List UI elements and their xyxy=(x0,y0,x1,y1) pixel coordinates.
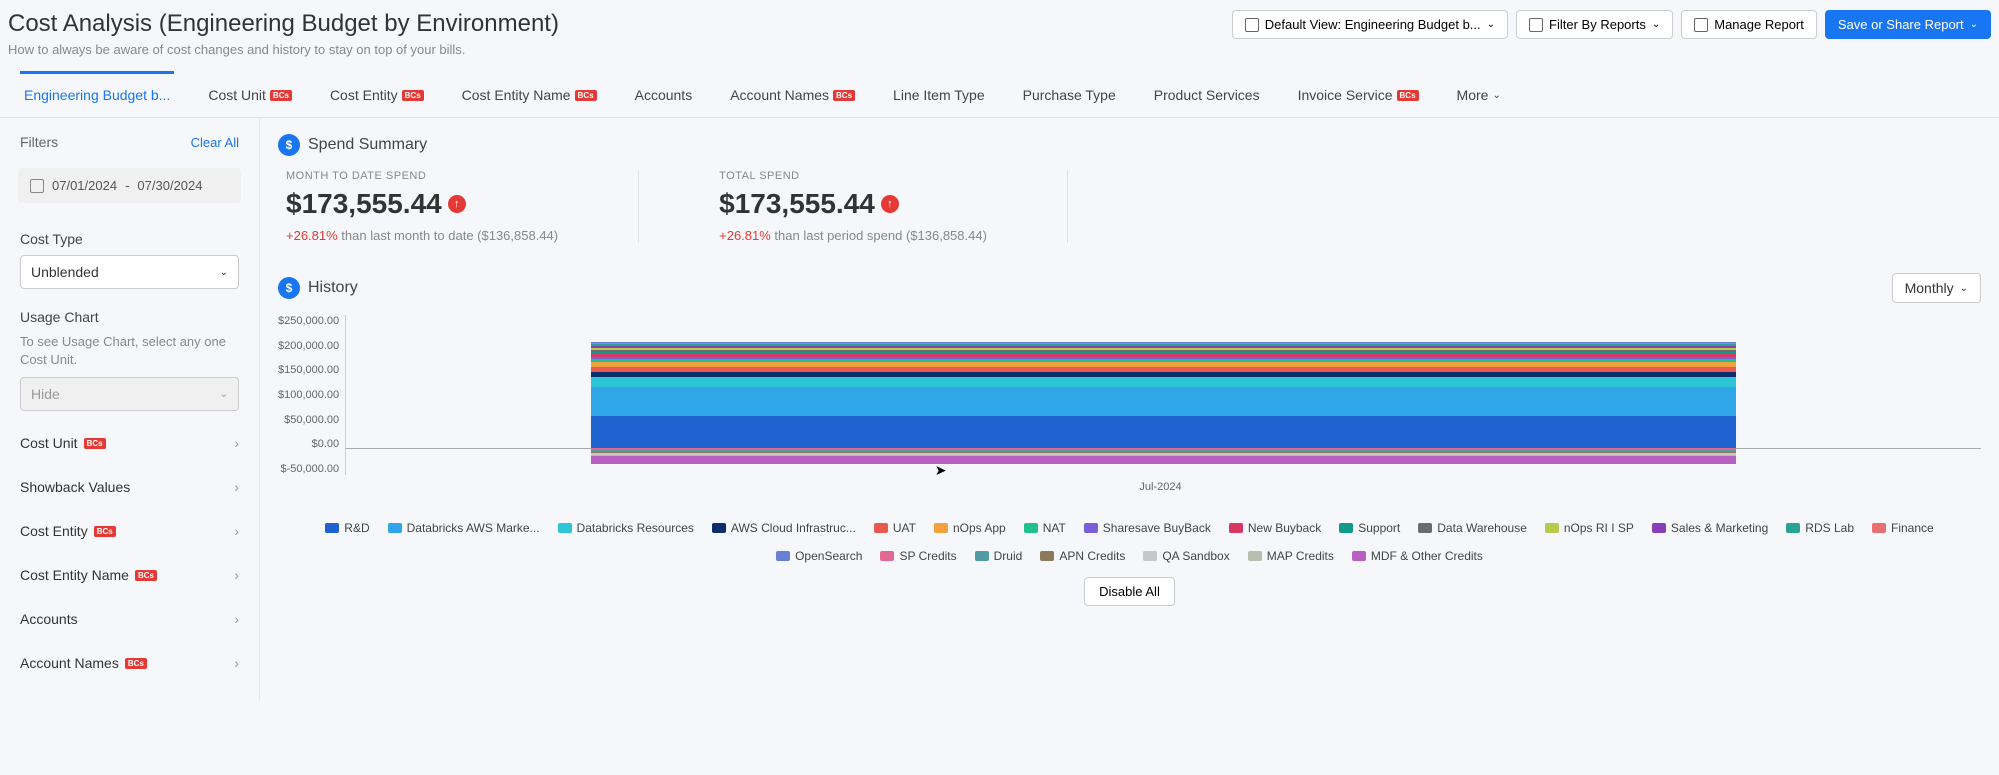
chart-legend: R&D Databricks AWS Marke... Databricks Res… xyxy=(278,521,1981,563)
dollar-icon: $ xyxy=(278,277,300,299)
filters-sidebar: Filters Clear All 07/01/2024 - 07/30/202… xyxy=(0,118,260,701)
tab-accounts[interactable]: Accounts xyxy=(631,73,697,117)
legend-item[interactable]: SP Credits xyxy=(880,549,956,563)
legend-item[interactable]: QA Sandbox xyxy=(1143,549,1229,563)
legend-item[interactable]: nOps RI I SP xyxy=(1545,521,1634,535)
legend-item[interactable]: RDS Lab xyxy=(1786,521,1854,535)
cost-type-label: Cost Type xyxy=(20,231,239,247)
filter-row-cost-entity-name[interactable]: Cost Entity NameBCs› xyxy=(10,553,249,597)
y-tick: $100,000.00 xyxy=(278,389,339,401)
chevron-right-icon: › xyxy=(234,523,239,539)
dollar-icon: $ xyxy=(278,134,300,156)
calendar-icon xyxy=(30,179,44,193)
disable-all-button[interactable]: Disable All xyxy=(1084,577,1175,606)
legend-item[interactable]: UAT xyxy=(874,521,916,535)
edit-icon xyxy=(1694,18,1708,32)
tab-account-names[interactable]: Account NamesBCs xyxy=(726,73,859,117)
y-tick: $150,000.00 xyxy=(278,364,339,376)
chevron-down-icon: ⌄ xyxy=(1487,19,1495,30)
usage-chart-label: Usage Chart xyxy=(20,309,239,325)
filter-row-cost-unit[interactable]: Cost UnitBCs› xyxy=(10,421,249,465)
tab-cost-entity[interactable]: Cost EntityBCs xyxy=(326,73,428,117)
legend-item[interactable]: Data Warehouse xyxy=(1418,521,1527,535)
legend-item[interactable]: AWS Cloud Infrastruc... xyxy=(712,521,856,535)
y-tick: $0.00 xyxy=(278,438,339,450)
legend-item[interactable]: Sales & Marketing xyxy=(1652,521,1768,535)
up-arrow-icon: ↑ xyxy=(881,195,899,213)
filter-by-reports-dropdown[interactable]: Filter By Reports ⌄ xyxy=(1516,10,1673,39)
legend-item[interactable]: Databricks Resources xyxy=(558,521,694,535)
tab-more[interactable]: More⌄ xyxy=(1453,73,1505,117)
legend-item[interactable]: OpenSearch xyxy=(776,549,862,563)
chevron-down-icon: ⌄ xyxy=(1960,283,1968,294)
spend-summary-title: Spend Summary xyxy=(308,136,427,154)
chevron-right-icon: › xyxy=(234,479,239,495)
legend-item[interactable]: nOps App xyxy=(934,521,1006,535)
filter-row-account-names[interactable]: Account NamesBCs› xyxy=(10,641,249,685)
history-chart: $250,000.00 $200,000.00 $150,000.00 $100,00… xyxy=(278,315,1981,475)
legend-item[interactable]: Sharesave BuyBack xyxy=(1084,521,1211,535)
legend-item[interactable]: Support xyxy=(1339,521,1400,535)
y-tick: $50,000.00 xyxy=(278,414,339,426)
chevron-right-icon: › xyxy=(234,655,239,671)
chevron-right-icon: › xyxy=(234,567,239,583)
granularity-select[interactable]: Monthly ⌄ xyxy=(1892,273,1981,303)
chevron-down-icon: ⌄ xyxy=(1652,19,1660,30)
legend-item[interactable]: New Buyback xyxy=(1229,521,1321,535)
legend-item[interactable]: APN Credits xyxy=(1040,549,1125,563)
save-share-report-button[interactable]: Save or Share Report ⌄ xyxy=(1825,10,1991,39)
bar-segment[interactable] xyxy=(591,456,1735,464)
chevron-down-icon: ⌄ xyxy=(1970,19,1978,30)
grid-icon xyxy=(1245,18,1259,32)
manage-report-button[interactable]: Manage Report xyxy=(1681,10,1817,39)
filter-row-cost-entity[interactable]: Cost EntityBCs› xyxy=(10,509,249,553)
tab-product-services[interactable]: Product Services xyxy=(1150,73,1264,117)
cursor-icon: ➤ xyxy=(935,462,947,479)
filter-row-showback-values[interactable]: Showback Values› xyxy=(10,465,249,509)
bar-segment[interactable] xyxy=(591,387,1735,416)
tab-engineering-budget-b-[interactable]: Engineering Budget b... xyxy=(20,73,174,117)
tab-purchase-type[interactable]: Purchase Type xyxy=(1019,73,1120,117)
report-tabs: Engineering Budget b... Cost UnitBCs Cost … xyxy=(0,73,1999,118)
legend-item[interactable]: R&D xyxy=(325,521,369,535)
chart-x-label: Jul-2024 xyxy=(340,481,1981,493)
page-subtitle: How to always be aware of cost changes a… xyxy=(8,42,559,57)
filter-icon xyxy=(1529,18,1543,32)
tab-invoice-service[interactable]: Invoice ServiceBCs xyxy=(1294,73,1423,117)
mtd-spend-block: MONTH TO DATE SPEND $173,555.44 ↑ +26.81… xyxy=(286,170,558,243)
legend-item[interactable]: MAP Credits xyxy=(1248,549,1334,563)
default-view-dropdown[interactable]: Default View: Engineering Budget b... ⌄ xyxy=(1232,10,1508,39)
bar-segment[interactable] xyxy=(591,377,1735,387)
chevron-down-icon: ⌄ xyxy=(220,267,228,278)
bar-segment[interactable] xyxy=(591,416,1735,448)
chevron-right-icon: › xyxy=(234,611,239,627)
usage-chart-hint: To see Usage Chart, select any one Cost … xyxy=(20,333,239,369)
clear-all-link[interactable]: Clear All xyxy=(191,135,239,150)
history-title: History xyxy=(308,279,358,297)
date-range-picker[interactable]: 07/01/2024 - 07/30/2024 xyxy=(18,168,241,203)
tab-cost-unit[interactable]: Cost UnitBCs xyxy=(204,73,296,117)
legend-item[interactable]: Databricks AWS Marke... xyxy=(388,521,540,535)
legend-item[interactable]: Finance xyxy=(1872,521,1934,535)
legend-item[interactable]: MDF & Other Credits xyxy=(1352,549,1483,563)
legend-item[interactable]: NAT xyxy=(1024,521,1066,535)
tab-line-item-type[interactable]: Line Item Type xyxy=(889,73,989,117)
y-tick: $200,000.00 xyxy=(278,340,339,352)
y-tick: $-50,000.00 xyxy=(278,463,339,475)
up-arrow-icon: ↑ xyxy=(448,195,466,213)
total-spend-block: TOTAL SPEND $173,555.44 ↑ +26.81% than l… xyxy=(719,170,987,243)
cost-type-select[interactable]: Unblended ⌄ xyxy=(20,255,239,289)
chevron-down-icon: ⌄ xyxy=(220,389,228,400)
y-tick: $250,000.00 xyxy=(278,315,339,327)
usage-chart-select[interactable]: Hide ⌄ xyxy=(20,377,239,411)
filter-row-accounts[interactable]: Accounts› xyxy=(10,597,249,641)
legend-item[interactable]: Druid xyxy=(975,549,1023,563)
chevron-right-icon: › xyxy=(234,435,239,451)
filters-title: Filters xyxy=(20,134,58,150)
page-title: Cost Analysis (Engineering Budget by Env… xyxy=(8,10,559,38)
tab-cost-entity-name[interactable]: Cost Entity NameBCs xyxy=(458,73,601,117)
